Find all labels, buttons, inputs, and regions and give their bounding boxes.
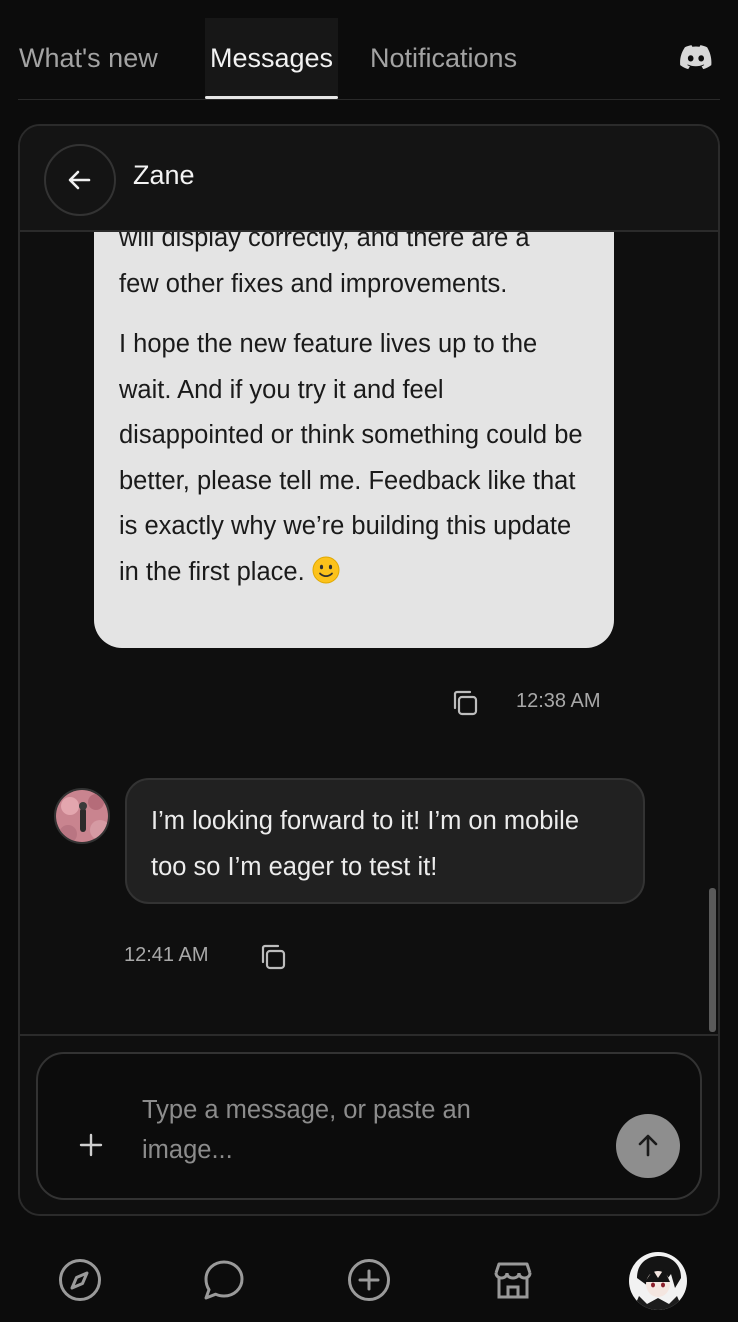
top-tab-bar: What's new Messages Notifications (18, 18, 720, 100)
discord-icon[interactable] (680, 44, 712, 70)
message-input[interactable]: Type a message, or paste an image... (142, 1090, 562, 1170)
message-text-paragraph-1: few other fixes and improvements. (119, 269, 508, 298)
incoming-message-meta: 12:41 AM (124, 940, 304, 974)
contact-name: Zane (133, 160, 195, 190)
message-text-partial: will display correctly, and there are a (119, 232, 530, 252)
chat-bubble-icon[interactable] (200, 1256, 248, 1304)
outgoing-message-meta: 12:38 AM (450, 686, 626, 720)
profile-avatar[interactable] (629, 1252, 687, 1310)
message-composer: Type a message, or paste an image... (36, 1052, 702, 1200)
arrow-left-icon (68, 170, 91, 190)
composer-area: Type a message, or paste an image... (20, 1034, 718, 1214)
chat-panel: Zane will display correctly, and there a… (18, 124, 720, 1216)
store-icon[interactable] (489, 1256, 537, 1304)
tab-notifications[interactable]: Notifications (370, 18, 517, 98)
tab-whats-new[interactable]: What's new (19, 18, 158, 98)
tab-messages[interactable]: Messages (205, 18, 338, 99)
message-timestamp: 12:38 AM (516, 690, 601, 712)
message-text-paragraph-2-text: I hope the new feature lives up to the w… (119, 330, 583, 586)
scrollbar[interactable] (709, 888, 716, 1032)
attach-plus-icon[interactable] (76, 1130, 106, 1160)
chat-header: Zane (20, 126, 718, 232)
message-text-paragraph-2: I hope the new feature lives up to the w… (119, 322, 594, 595)
compass-icon[interactable] (56, 1256, 104, 1304)
message-list[interactable]: will display correctly, and there are a … (20, 232, 718, 1034)
bottom-navigation (0, 1240, 738, 1322)
incoming-message-bubble: I’m looking forward to it! I’m on mobile… (125, 778, 645, 904)
avatar[interactable] (54, 788, 110, 844)
message-timestamp: 12:41 AM (124, 944, 209, 966)
outgoing-message-bubble: will display correctly, and there are a … (94, 232, 614, 648)
copy-icon[interactable] (258, 942, 288, 972)
back-button[interactable] (44, 144, 116, 216)
arrow-up-icon (638, 1134, 658, 1157)
plus-circle-icon[interactable] (345, 1256, 393, 1304)
slightly-smiling-face-icon (312, 554, 340, 583)
send-button[interactable] (616, 1114, 680, 1178)
copy-icon[interactable] (450, 688, 480, 718)
